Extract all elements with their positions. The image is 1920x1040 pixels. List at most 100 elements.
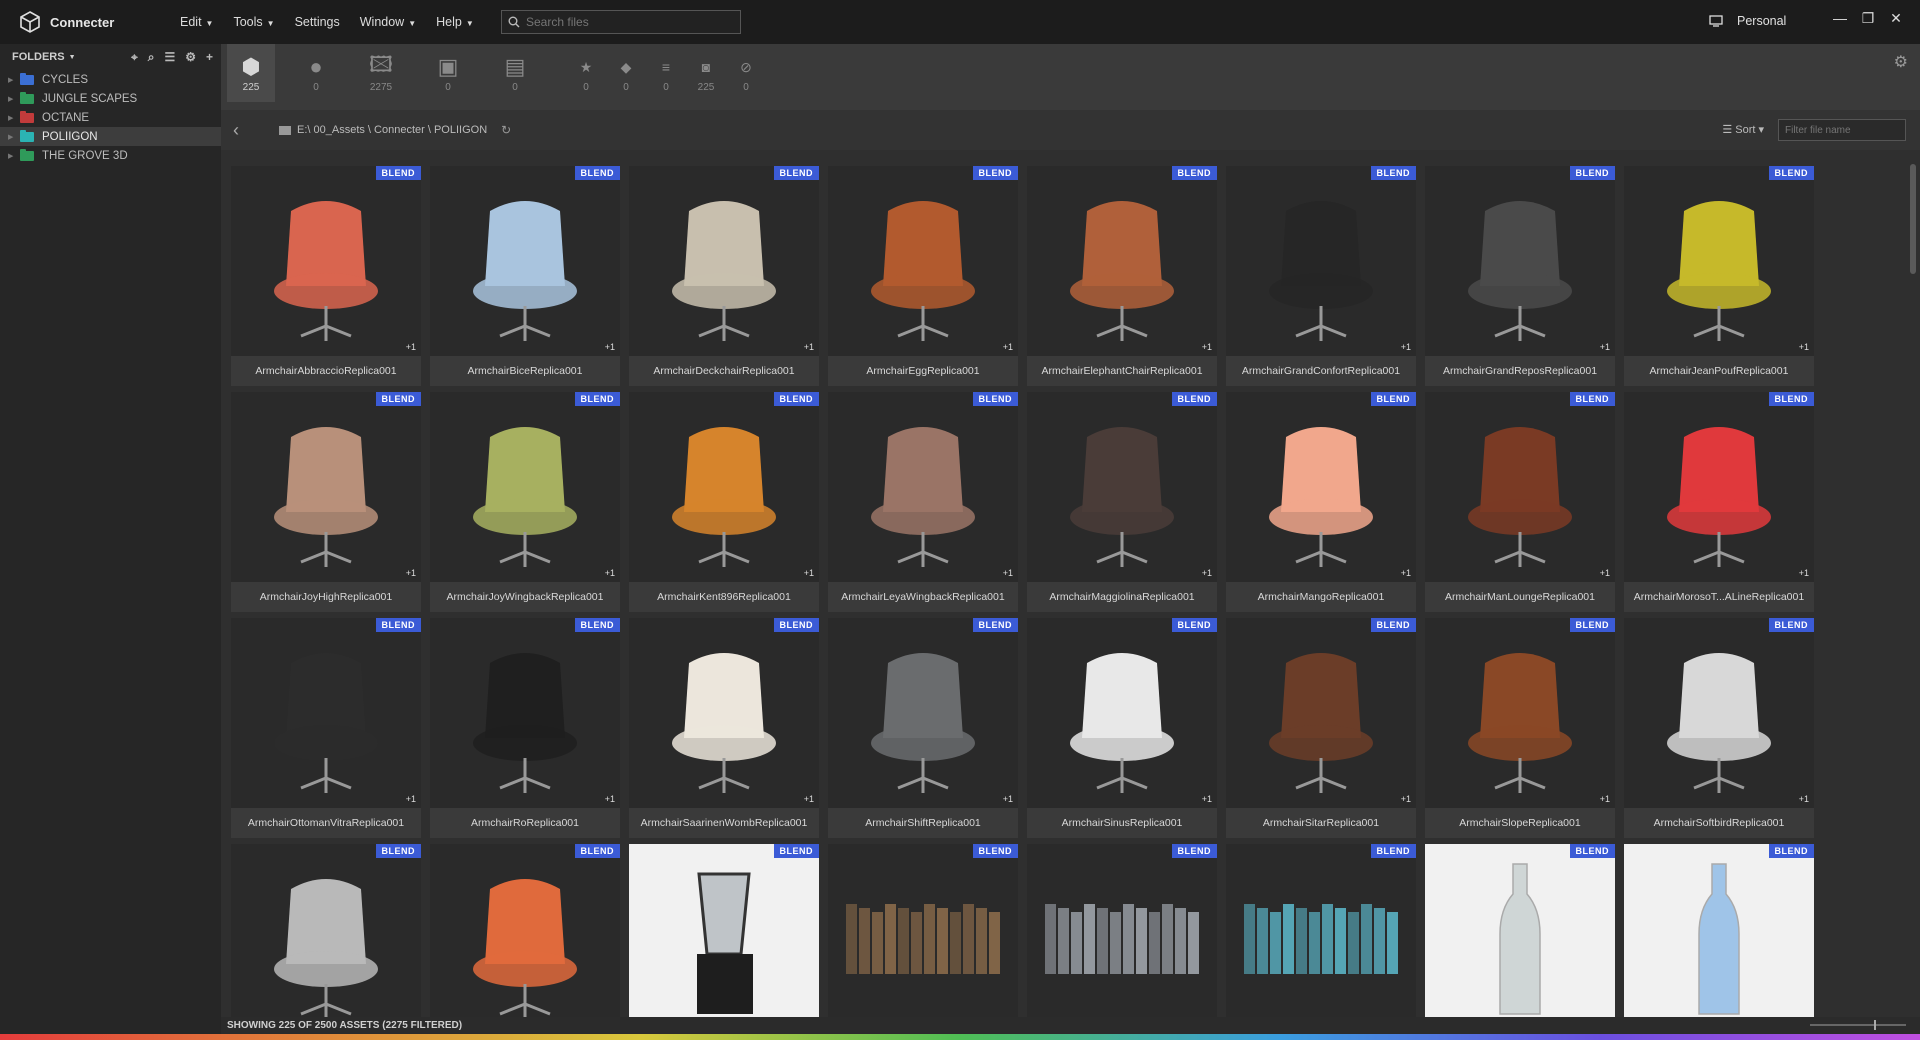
menu-settings[interactable]: Settings	[295, 15, 340, 29]
asset-thumbnail[interactable]: BLEND	[828, 844, 1018, 1018]
type-filter-list[interactable]: ≡ 0	[648, 52, 684, 93]
asset-card[interactable]: BLEND +1 ArmchairSinusReplica001	[1027, 618, 1217, 838]
expand-arrow-icon[interactable]: ▶	[8, 114, 20, 122]
back-arrow-icon[interactable]: ‹	[233, 120, 253, 141]
asset-card[interactable]: BLEND +1 ArmchairElephantChairReplica001	[1027, 166, 1217, 386]
asset-thumbnail[interactable]: BLEND	[1027, 844, 1217, 1018]
asset-card[interactable]: BLEND +1 ArmchairMaggiolinaReplica001	[1027, 392, 1217, 612]
account-switch[interactable]: Personal	[1709, 14, 1786, 28]
asset-thumbnail[interactable]: BLEND +1	[1425, 392, 1615, 582]
asset-card[interactable]: BLEND +1 ArmchairJeanPoufReplica001	[1624, 166, 1814, 386]
search-box[interactable]	[501, 10, 741, 34]
asset-thumbnail[interactable]: BLEND +1	[1226, 618, 1416, 808]
asset-card[interactable]: BLEND +1 ArmchairManLoungeReplica001	[1425, 392, 1615, 612]
asset-thumbnail[interactable]: BLEND +1	[629, 618, 819, 808]
sidebar-item-folder[interactable]: ▶ OCTANE	[0, 108, 221, 127]
asset-card[interactable]: BLEND +1 ArmchairJoyHighReplica001	[231, 392, 421, 612]
scrollbar[interactable]	[1910, 164, 1916, 274]
asset-thumbnail[interactable]: BLEND +1	[629, 392, 819, 582]
sidebar-item-folder[interactable]: ▶ JUNGLE SCAPES	[0, 89, 221, 108]
asset-thumbnail[interactable]: BLEND +1	[1425, 618, 1615, 808]
asset-thumbnail[interactable]: BLEND +1	[1624, 618, 1814, 808]
menu-tools[interactable]: Tools ▼	[233, 15, 274, 29]
zoom-slider[interactable]	[1810, 1020, 1906, 1030]
asset-card[interactable]: BLEND	[1226, 844, 1416, 1018]
menu-edit[interactable]: Edit ▼	[180, 15, 213, 29]
sidebar-item-folder[interactable]: ▶ POLIIGON	[0, 127, 221, 146]
gear-icon[interactable]: ⚙	[185, 50, 196, 65]
search-input[interactable]	[526, 15, 726, 29]
asset-card[interactable]: BLEND	[231, 844, 421, 1018]
asset-thumbnail[interactable]: BLEND +1	[231, 618, 421, 808]
menu-help[interactable]: Help ▼	[436, 15, 474, 29]
expand-arrow-icon[interactable]: ▶	[8, 152, 20, 160]
asset-card[interactable]: BLEND +1 ArmchairJoyWingbackReplica001	[430, 392, 620, 612]
sort-folder-icon[interactable]: ☰	[164, 50, 175, 65]
asset-thumbnail[interactable]: BLEND +1	[231, 392, 421, 582]
type-filter-cube[interactable]: ⬢ 225	[227, 44, 275, 102]
asset-card[interactable]: BLEND +1 ArmchairEggReplica001	[828, 166, 1018, 386]
asset-thumbnail[interactable]: BLEND +1	[1027, 166, 1217, 356]
asset-thumbnail[interactable]: BLEND +1	[430, 166, 620, 356]
asset-card[interactable]: BLEND +1 ArmchairBiceReplica001	[430, 166, 620, 386]
asset-card[interactable]: BLEND	[430, 844, 620, 1018]
type-filter-document[interactable]: ▤ 0	[491, 52, 539, 93]
expand-arrow-icon[interactable]: ▶	[8, 133, 20, 141]
type-filter-block[interactable]: ⊘ 0	[728, 52, 764, 94]
type-filter-camera[interactable]: ◙ 225	[688, 52, 724, 93]
asset-card[interactable]: BLEND	[1624, 844, 1814, 1018]
asset-card[interactable]: BLEND +1 ArmchairMorosoT...ALineReplica001	[1624, 392, 1814, 612]
expand-arrow-icon[interactable]: ▶	[8, 76, 20, 84]
type-filter-star[interactable]: ★ 0	[568, 52, 604, 94]
asset-thumbnail[interactable]: BLEND +1	[828, 618, 1018, 808]
type-filter-sphere[interactable]: ● 0	[292, 52, 340, 93]
folders-header[interactable]: FOLDERS ▼ ⌖ ⌕ ☰ ⚙ +	[0, 44, 221, 70]
settings-gear-icon[interactable]: ⚙	[1894, 52, 1908, 72]
asset-card[interactable]: BLEND +1 ArmchairLeyaWingbackReplica001	[828, 392, 1018, 612]
pointer-icon[interactable]: ⌖	[131, 50, 138, 65]
sidebar-item-folder[interactable]: ▶ THE GROVE 3D	[0, 146, 221, 165]
asset-thumbnail[interactable]: BLEND +1	[629, 166, 819, 356]
asset-thumbnail[interactable]: BLEND +1	[1624, 392, 1814, 582]
asset-thumbnail[interactable]: BLEND +1	[1027, 392, 1217, 582]
asset-card[interactable]: BLEND +1 ArmchairRoReplica001	[430, 618, 620, 838]
asset-card[interactable]: BLEND	[629, 844, 819, 1018]
asset-thumbnail[interactable]: BLEND	[430, 844, 620, 1018]
asset-card[interactable]: BLEND +1 ArmchairKent896Replica001	[629, 392, 819, 612]
asset-thumbnail[interactable]: BLEND	[1226, 844, 1416, 1018]
expand-arrow-icon[interactable]: ▶	[8, 95, 20, 103]
asset-thumbnail[interactable]: BLEND +1	[828, 392, 1018, 582]
asset-card[interactable]: BLEND	[828, 844, 1018, 1018]
asset-thumbnail[interactable]: BLEND	[1624, 844, 1814, 1018]
minimize-icon[interactable]: —	[1832, 10, 1848, 27]
sidebar-item-folder[interactable]: ▶ CYCLES	[0, 70, 221, 89]
filter-input[interactable]	[1778, 119, 1906, 141]
asset-thumbnail[interactable]: BLEND +1	[1624, 166, 1814, 356]
asset-card[interactable]: BLEND +1 ArmchairSitarReplica001	[1226, 618, 1416, 838]
restore-icon[interactable]: ❐	[1860, 10, 1876, 27]
close-icon[interactable]: ✕	[1888, 10, 1904, 27]
asset-thumbnail[interactable]: BLEND +1	[1425, 166, 1615, 356]
asset-card[interactable]: BLEND +1 ArmchairDeckchairReplica001	[629, 166, 819, 386]
asset-thumbnail[interactable]: BLEND +1	[1226, 392, 1416, 582]
asset-thumbnail[interactable]: BLEND +1	[430, 392, 620, 582]
asset-thumbnail[interactable]: BLEND	[231, 844, 421, 1018]
menu-window[interactable]: Window ▼	[360, 15, 416, 29]
asset-card[interactable]: BLEND +1 ArmchairShiftReplica001	[828, 618, 1018, 838]
asset-card[interactable]: BLEND +1 ArmchairGrandReposReplica001	[1425, 166, 1615, 386]
asset-card[interactable]: BLEND	[1027, 844, 1217, 1018]
asset-thumbnail[interactable]: BLEND +1	[1027, 618, 1217, 808]
asset-thumbnail[interactable]: BLEND	[1425, 844, 1615, 1018]
asset-card[interactable]: BLEND +1 ArmchairGrandConfortReplica001	[1226, 166, 1416, 386]
sort-button[interactable]: ☰ Sort ▾	[1722, 123, 1764, 136]
asset-thumbnail[interactable]: BLEND +1	[828, 166, 1018, 356]
type-filter-tag[interactable]: ◆ 0	[608, 52, 644, 94]
asset-thumbnail[interactable]: BLEND +1	[1226, 166, 1416, 356]
asset-thumbnail[interactable]: BLEND	[629, 844, 819, 1018]
asset-card[interactable]: BLEND +1 ArmchairOttomanVitraReplica001	[231, 618, 421, 838]
type-filter-image[interactable]: 🖾 2275	[357, 52, 405, 93]
asset-card[interactable]: BLEND +1 ArmchairSoftbirdReplica001	[1624, 618, 1814, 838]
add-folder-icon[interactable]: +	[206, 50, 213, 65]
asset-card[interactable]: BLEND	[1425, 844, 1615, 1018]
asset-card[interactable]: BLEND +1 ArmchairAbbraccioReplica001	[231, 166, 421, 386]
